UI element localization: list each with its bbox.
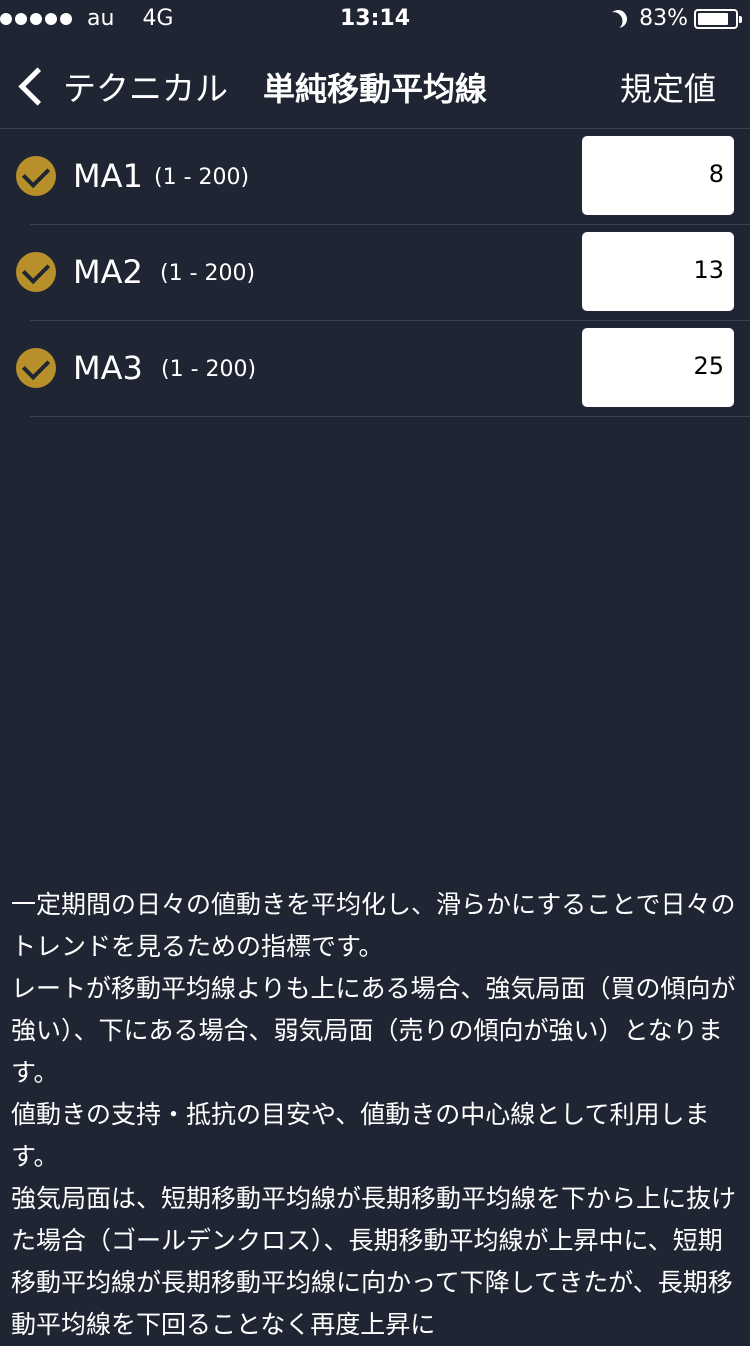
setting-row-ma2: MA2 (1 - 200) 13 xyxy=(16,225,750,321)
description-paragraph: 値動きの支持・抵抗の目安や、値動きの中心線として利用します。 xyxy=(11,1100,710,1171)
moon-icon xyxy=(606,7,630,31)
description-paragraph: 強気局面は、短期移動平均線が長期移動平均線を下から上に抜けた場合（ゴールデンクロ… xyxy=(11,1184,737,1339)
checkmark-icon[interactable] xyxy=(16,348,56,388)
settings-list: MA1 (1 - 200) 8 MA2 (1 - 200) 13 MA3 (1 … xyxy=(0,129,750,417)
setting-label: MA3 xyxy=(73,349,143,387)
description-paragraph: レートが移動平均線よりも上にある場合、強気局面（買の傾向が強い）、下にある場合、… xyxy=(11,974,736,1087)
indicator-description: 一定期間の日々の値動きを平均化し、滑らかにすることで日々のトレンドを見るための指… xyxy=(11,884,746,1346)
period-input[interactable]: 8 xyxy=(582,136,734,215)
setting-row-ma1: MA1 (1 - 200) 8 xyxy=(16,129,750,225)
setting-range: (1 - 200) xyxy=(154,165,250,190)
setting-range: (1 - 200) xyxy=(161,357,257,382)
description-paragraph: 一定期間の日々の値動きを平均化し、滑らかにすることで日々のトレンドを見るための指… xyxy=(11,890,736,961)
defaults-button[interactable]: 規定値 xyxy=(620,64,716,110)
period-input[interactable]: 13 xyxy=(582,232,734,311)
status-right: 83% xyxy=(606,6,742,31)
checkmark-icon[interactable] xyxy=(16,156,56,196)
battery-icon xyxy=(694,8,742,29)
period-input[interactable]: 25 xyxy=(582,328,734,407)
setting-row-ma3: MA3 (1 - 200) 25 xyxy=(16,321,750,417)
battery-percent: 83% xyxy=(639,6,688,31)
checkmark-icon[interactable] xyxy=(16,252,56,292)
status-bar: au 4G 13:14 83% xyxy=(0,0,750,40)
setting-label: MA2 xyxy=(73,253,143,291)
setting-range: (1 - 200) xyxy=(160,261,256,286)
nav-bar: テクニカル 単純移動平均線 規定値 xyxy=(0,40,750,129)
setting-label: MA1 xyxy=(73,157,143,195)
battery-fill xyxy=(698,12,728,25)
